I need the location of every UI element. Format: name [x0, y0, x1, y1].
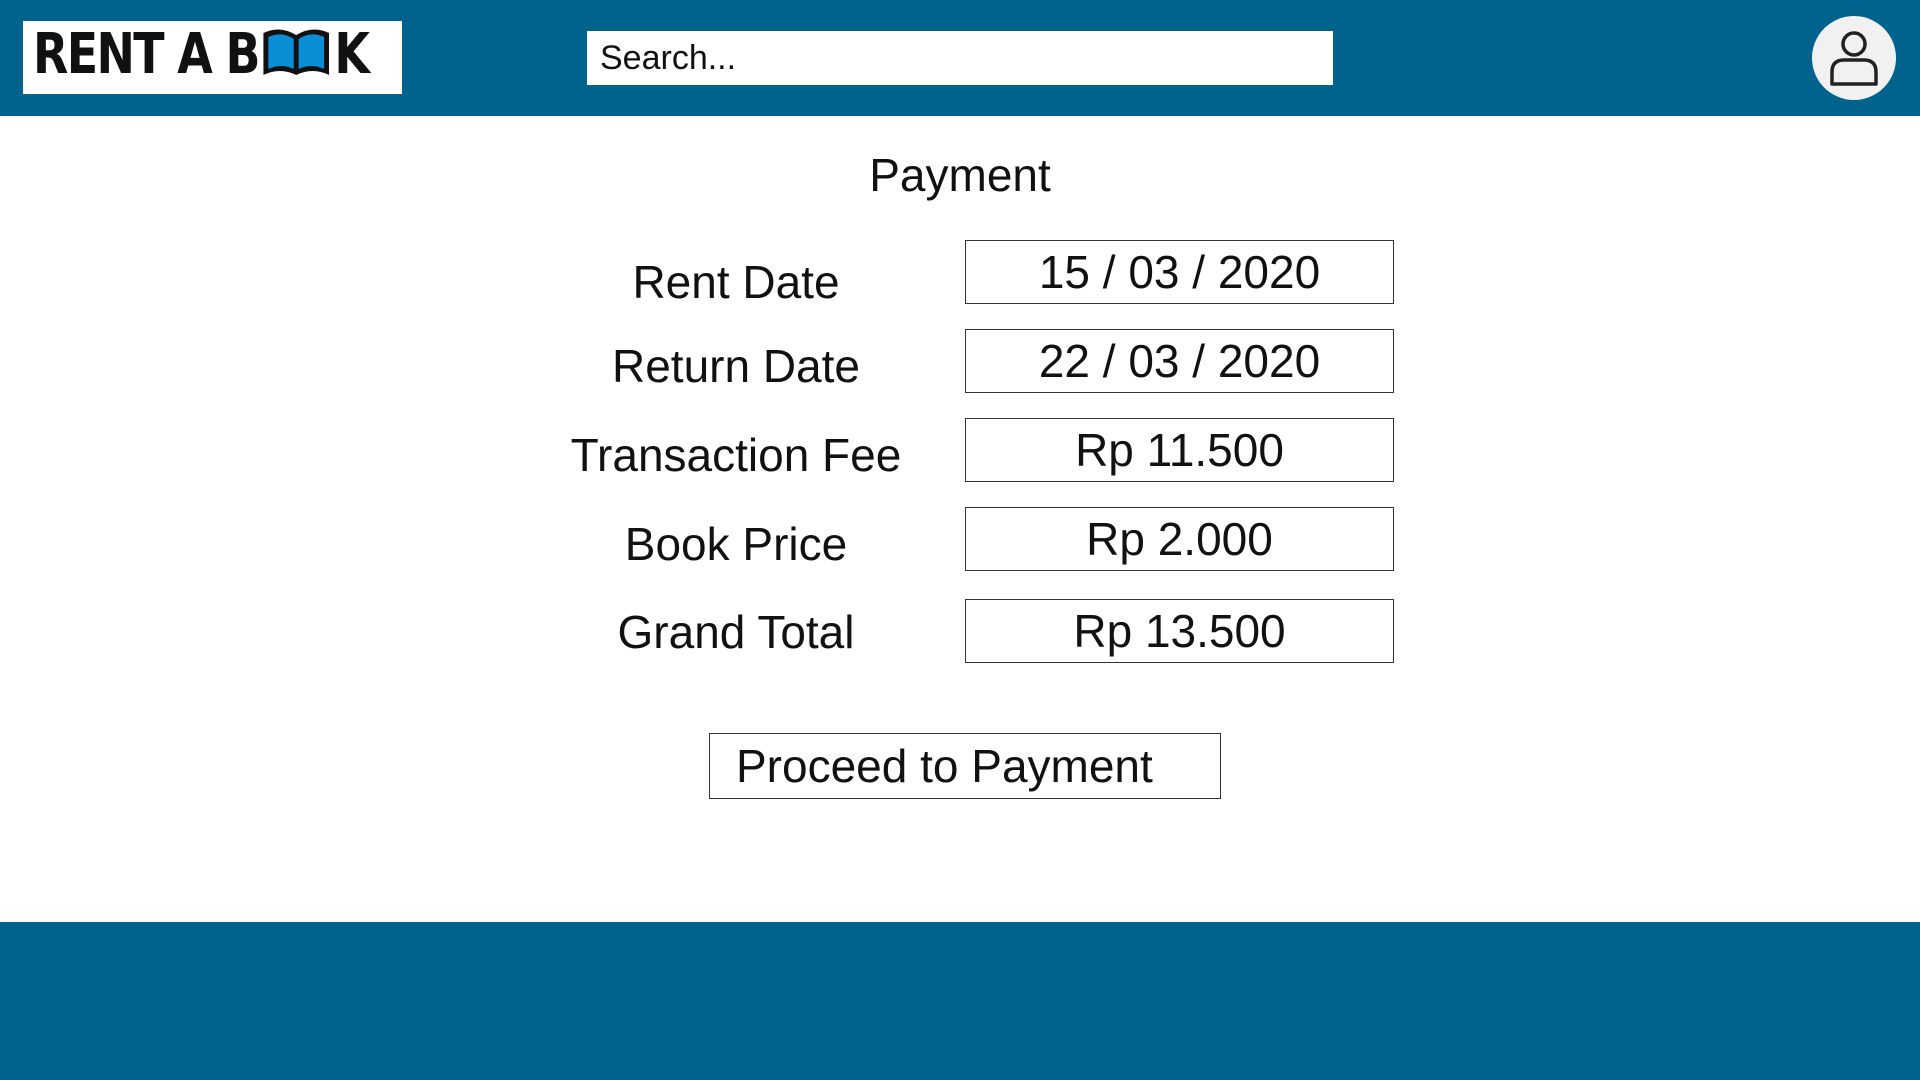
book-price-field: Rp 2.000 — [965, 507, 1394, 571]
logo-text-start: RENT A B — [33, 21, 261, 87]
search-input[interactable] — [587, 31, 1333, 85]
grand-total-field: Rp 13.500 — [965, 599, 1394, 663]
logo-text: RENT A B K — [33, 26, 370, 89]
page-title-text: Payment — [869, 149, 1051, 201]
return-date-field: 22 / 03 / 2020 — [965, 329, 1394, 393]
page-title: Payment — [0, 148, 1920, 202]
user-icon — [1830, 31, 1878, 86]
grand-total-label: Grand Total — [617, 606, 855, 658]
rent-date-label: Rent Date — [632, 256, 840, 308]
site-logo[interactable]: RENT A B K — [23, 21, 402, 94]
return-date-label: Return Date — [611, 340, 860, 392]
rent-date-field: 15 / 03 / 2020 — [965, 240, 1394, 304]
open-book-icon — [261, 27, 333, 89]
top-header: RENT A B K — [0, 0, 1920, 116]
transaction-fee-label: Transaction Fee — [570, 429, 902, 481]
logo-text-end: K — [334, 21, 370, 87]
page-footer — [0, 922, 1920, 1080]
proceed-to-payment-button[interactable]: Proceed to Payment — [709, 733, 1221, 799]
transaction-fee-field: Rp 11.500 — [965, 418, 1394, 482]
user-avatar-button[interactable] — [1812, 16, 1896, 100]
book-price-label: Book Price — [624, 518, 848, 570]
